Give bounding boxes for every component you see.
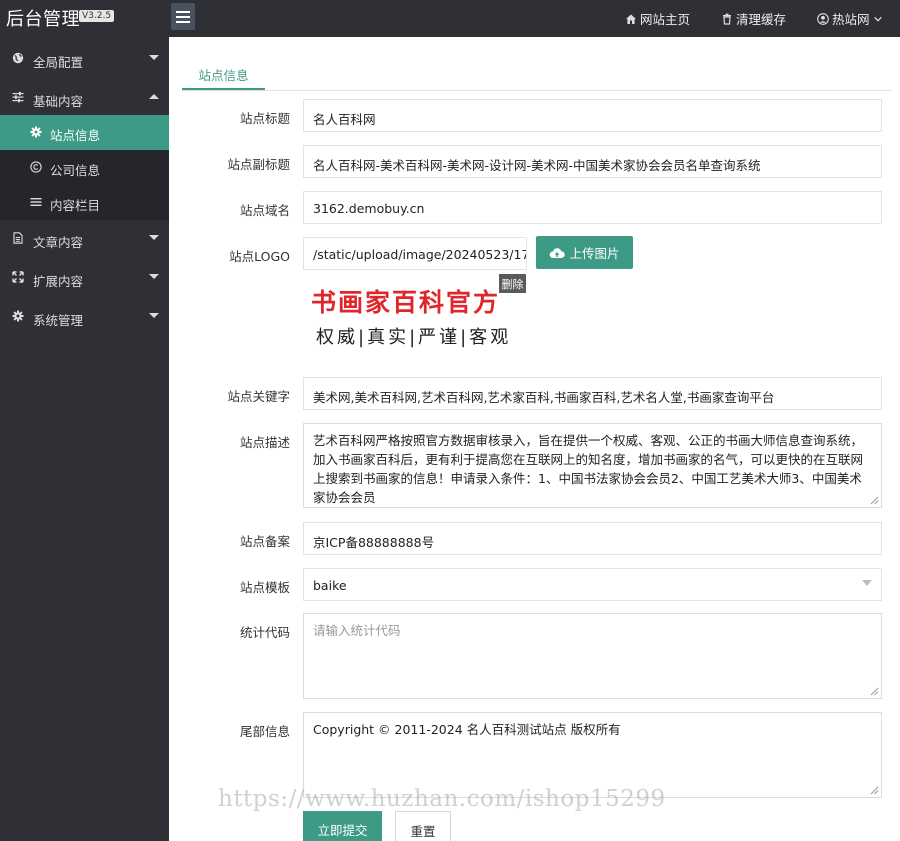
list-icon <box>30 198 42 206</box>
reset-button[interactable]: 重置 <box>395 811 451 841</box>
user-icon <box>817 12 829 25</box>
site-domain-label: 站点域名 <box>239 203 290 218</box>
delete-logo-button[interactable]: 删除 <box>499 274 526 293</box>
sidebar: 全局配置 基础内容 站点信息 公司信息 内容栏目 文章内容 扩展内容 系统管理 <box>0 37 169 841</box>
sidebar-subitem-content-columns[interactable]: 内容栏目 <box>0 185 169 220</box>
file-icon <box>13 232 23 244</box>
logo-preview-title: 书画家百科官方 <box>311 288 501 317</box>
globe-icon <box>12 52 24 64</box>
footer-info-label: 尾部信息 <box>239 724 290 739</box>
resize-grip-icon[interactable] <box>870 496 879 505</box>
app-brand: 后台管理 <box>6 9 80 30</box>
nav-clear-cache-link[interactable]: 清理缓存 <box>721 9 786 28</box>
site-description-textarea[interactable]: 艺术百科网严格按照官方数据审核录入，旨在提供一个权威、客观、公正的书画大师信息查… <box>303 423 882 508</box>
caret-down-icon <box>149 274 159 279</box>
resize-grip-icon[interactable] <box>870 786 879 795</box>
site-logo-input[interactable]: /static/upload/image/20240523/171646 <box>303 237 527 270</box>
sidebar-item-article-content[interactable]: 文章内容 <box>0 219 169 258</box>
caret-down-icon <box>149 55 159 60</box>
menu-toggle-button[interactable] <box>171 3 195 30</box>
tab-site-info[interactable]: 站点信息 <box>182 57 265 90</box>
site-description-label: 站点描述 <box>239 435 290 450</box>
chevron-down-icon <box>873 16 882 22</box>
logo-preview-slogan: 权威|真实|严谨|客观 <box>316 327 512 348</box>
site-keywords-input[interactable]: 美术网,美术百科网,艺术百科网,艺术家百科,书画家百科,艺术名人堂,书画家查询平… <box>303 377 882 410</box>
tab-divider <box>182 90 892 91</box>
gear-icon <box>12 310 24 322</box>
site-subtitle-label: 站点副标题 <box>227 157 290 172</box>
nav-user-menu[interactable]: 热站网 <box>817 9 883 28</box>
version-badge: V3.2.5 <box>79 10 115 22</box>
top-bar: 后台管理 V3.2.5 网站主页 清理缓存 热站网 <box>0 0 900 37</box>
resize-grip-icon[interactable] <box>870 687 879 696</box>
sidebar-subitem-company-info[interactable]: 公司信息 <box>0 150 169 185</box>
sidebar-item-extended-content[interactable]: 扩展内容 <box>0 258 169 297</box>
sidebar-item-system-management[interactable]: 系统管理 <box>0 297 169 336</box>
trash-icon <box>723 13 731 25</box>
sliders-icon <box>12 91 24 103</box>
site-title-input[interactable]: 名人百科网 <box>303 99 882 132</box>
site-template-label: 站点模板 <box>239 580 290 595</box>
upload-image-button[interactable]: 上传图片 <box>536 236 633 269</box>
site-icp-input[interactable]: 京ICP备88888888号 <box>303 522 882 555</box>
site-icp-label: 站点备案 <box>239 534 290 549</box>
sidebar-subitem-site-info[interactable]: 站点信息 <box>0 115 169 150</box>
site-subtitle-input[interactable]: 名人百科网-美术百科网-美术网-设计网-美术网-中国美术家协会会员名单查询系统 <box>303 145 882 178</box>
site-title-label: 站点标题 <box>239 111 290 126</box>
submit-button[interactable]: 立即提交 <box>303 811 382 841</box>
cloud-upload-icon <box>550 247 566 258</box>
sidebar-item-basic-content[interactable]: 基础内容 <box>0 78 169 117</box>
site-domain-input[interactable]: 3162.demobuy.cn <box>303 191 882 224</box>
select-caret-icon <box>862 580 872 586</box>
stats-code-label: 统计代码 <box>239 625 290 640</box>
site-keywords-label: 站点关键字 <box>227 389 290 404</box>
site-template-select[interactable]: baike <box>303 568 882 601</box>
site-logo-label: 站点LOGO <box>229 249 290 264</box>
home-icon <box>626 14 636 24</box>
nav-home-link[interactable]: 网站主页 <box>625 9 690 28</box>
caret-up-icon <box>149 94 159 99</box>
stats-code-textarea[interactable]: 请输入统计代码 <box>303 613 882 699</box>
caret-down-icon <box>149 235 159 240</box>
caret-down-icon <box>149 313 159 318</box>
copyright-icon <box>30 161 42 173</box>
sidebar-item-global-config[interactable]: 全局配置 <box>0 39 169 78</box>
expand-icon <box>12 271 24 283</box>
gear-icon <box>30 126 42 138</box>
watermark-text: https://www.huzhan.com/ishop15299 <box>218 786 666 812</box>
